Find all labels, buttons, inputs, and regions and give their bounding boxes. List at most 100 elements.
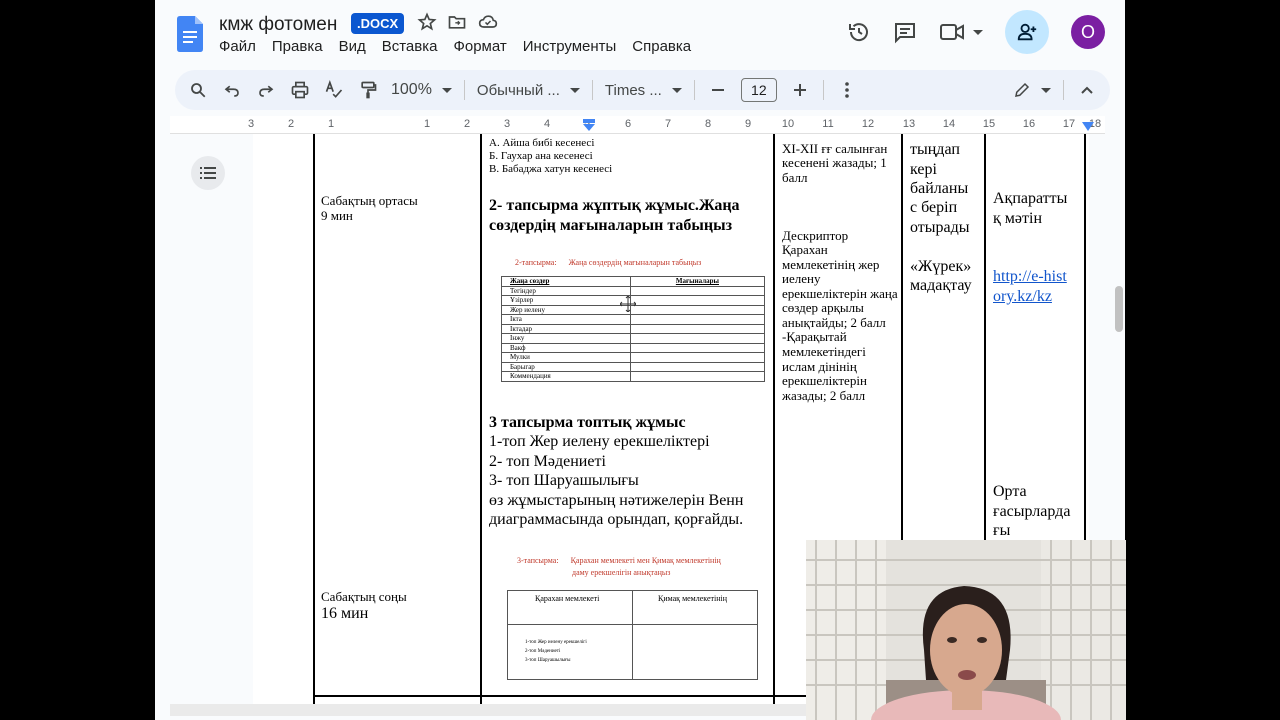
table-row: Мулки (501, 352, 766, 363)
table-border (313, 134, 315, 704)
document-title[interactable]: кмж фотомен (219, 14, 337, 36)
resource-link[interactable]: http://e-hist (993, 267, 1067, 286)
star-icon[interactable] (417, 12, 437, 32)
descriptor-line: жазады; 2 балл (782, 388, 866, 403)
descriptor-line: -Қарақытай (782, 329, 847, 344)
decrease-font-size-button[interactable] (707, 76, 729, 104)
menu-file[interactable]: Файл (219, 38, 256, 55)
more-options-button[interactable] (836, 76, 858, 104)
resource-link[interactable]: ory.kz/kz (993, 287, 1052, 306)
print-button[interactable] (289, 76, 311, 104)
table-cell: Вакф (501, 342, 631, 353)
menu-view[interactable]: Вид (339, 38, 366, 55)
table-cell (629, 371, 766, 382)
table-header: Мағыналары (629, 276, 766, 287)
hide-menus-button[interactable] (1076, 76, 1098, 104)
comments-icon[interactable] (893, 20, 917, 44)
paragraph-style-value: Обычный ... (476, 81, 560, 99)
descriptor-line: анықтайды; 2 балл (782, 315, 886, 330)
more-vertical-icon (845, 82, 849, 98)
table-cell (629, 304, 766, 315)
ruler-number: 16 (1022, 118, 1036, 130)
venn-left-header: Қарахан мемлекеті (535, 594, 600, 603)
editing-mode-select[interactable] (1013, 81, 1051, 99)
ruler-number: 1 (327, 118, 335, 130)
resource-bottom: ғы (993, 522, 1011, 539)
feedback-line: тыңдап (910, 141, 960, 158)
feedback-line: кері (910, 161, 937, 178)
table-cell (629, 323, 766, 334)
cloud-status-icon[interactable] (477, 12, 499, 32)
font-size-input[interactable]: 12 (740, 78, 777, 102)
ruler-number: 11 (822, 118, 834, 130)
table-row: Iктадар (501, 323, 766, 334)
share-button[interactable] (1005, 10, 1049, 54)
venn-image-caption: 3-тапсырма: Қарахан мемлекеті мен Қимақ … (517, 555, 721, 566)
descriptor-line: ерекшеліктерін (782, 373, 867, 388)
toolbar-divider (822, 80, 824, 100)
search-icon (191, 83, 206, 98)
option-c: В. Бабаджа хатун кесенесі (489, 163, 613, 175)
task2-image-caption: 2-тапсырма: Жаңа сөздердің мағыналарын т… (515, 258, 701, 267)
menu-insert[interactable]: Вставка (382, 38, 438, 55)
right-indent-marker-icon[interactable] (1082, 122, 1094, 132)
menu-edit[interactable]: Правка (272, 38, 323, 55)
resource-bottom: Орта (993, 483, 1027, 500)
descriptor-line: сөздер арқылы (782, 300, 864, 315)
toolbar-divider (591, 80, 593, 100)
ruler-number: 4 (543, 118, 551, 130)
menu-tools[interactable]: Инструменты (523, 38, 617, 55)
table-row: Коммендация (501, 371, 766, 382)
plus-icon (793, 84, 806, 96)
table-row: Iкта (501, 314, 766, 325)
horizontal-ruler[interactable]: 3 2 1 1 2 3 4 5 6 7 8 9 10 11 12 13 14 1… (170, 116, 1105, 134)
ruler-number: 3 (503, 118, 511, 130)
version-history-icon[interactable] (847, 20, 871, 44)
left-indent-marker-icon[interactable] (582, 119, 596, 131)
table-cell: Iнжу (501, 333, 631, 344)
menu-format[interactable]: Формат (453, 38, 506, 55)
paragraph-style-select[interactable]: Обычный ... (477, 82, 580, 99)
resource-bottom: ғасырларда (993, 503, 1071, 520)
redo-icon (259, 85, 274, 97)
resource-label: қ мәтін (993, 210, 1042, 227)
zoom-select[interactable]: 100% (391, 81, 452, 99)
vertical-scrollbar[interactable] (1115, 286, 1123, 332)
heart-praise: «Жүрек» (910, 258, 972, 275)
toolbar-divider (693, 80, 695, 100)
font-select[interactable]: Times ... (605, 82, 682, 99)
table-cell (629, 342, 766, 353)
meet-button[interactable] (939, 21, 983, 43)
move-cursor-icon (620, 296, 636, 312)
task3-title: 3 тапсырма топтық жұмыс (489, 414, 686, 431)
undo-button[interactable] (221, 76, 243, 104)
chevron-down-icon (1041, 87, 1051, 93)
zoom-value: 100% (391, 81, 432, 98)
add-person-icon (1017, 23, 1037, 41)
avatar[interactable]: O (1071, 15, 1105, 49)
table-cell: Тегіндер (501, 285, 631, 296)
document-outline-button[interactable] (191, 156, 225, 190)
option-a: А. Айша бибі кесенесі (489, 137, 595, 149)
spellcheck-button[interactable] (323, 76, 345, 104)
paint-format-button[interactable] (357, 76, 379, 104)
venn-caption-line2: даму ерекшелігін анықтаңыз (572, 568, 671, 577)
ruler-number: 2 (287, 118, 295, 130)
google-docs-icon[interactable] (177, 16, 203, 52)
ruler-number: 10 (781, 118, 795, 130)
task2-caption-text: Жаңа сөздердің мағыналарын табыңыз (568, 258, 702, 267)
search-menus-button[interactable] (187, 76, 209, 104)
resource-label: Ақпаратты (993, 190, 1068, 207)
menu-help[interactable]: Справка (632, 38, 691, 55)
move-folder-icon[interactable] (447, 12, 467, 32)
redo-button[interactable] (255, 76, 277, 104)
task3-line: 2- топ Мәдениеті (489, 453, 606, 470)
spellcheck-icon (325, 80, 343, 98)
undo-icon (224, 85, 239, 97)
table-cell: Мулки (501, 352, 631, 363)
webcam-video-frame (806, 540, 1126, 720)
venn-item: 3-топ Шаруашылығы (525, 658, 571, 663)
increase-font-size-button[interactable] (789, 76, 811, 104)
descriptor-line: мемлекетіндегі (782, 344, 866, 359)
minus-icon (711, 89, 724, 91)
